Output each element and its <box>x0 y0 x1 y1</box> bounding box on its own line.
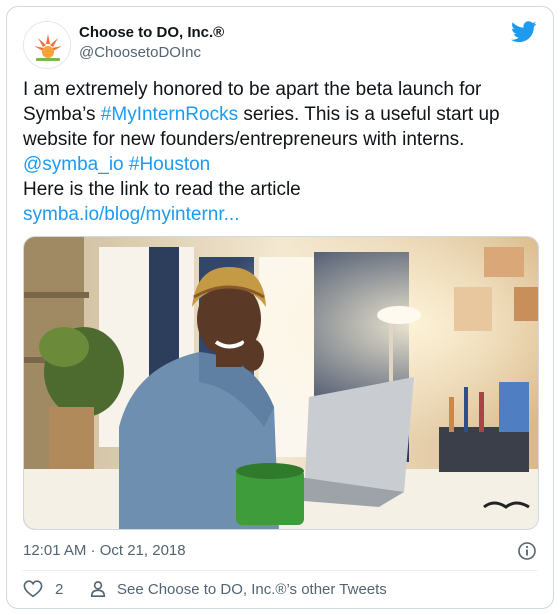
hashtag-myinternrocks[interactable]: #MyInternRocks <box>101 104 238 125</box>
see-other-tweets-link[interactable]: See Choose to DO, Inc.®’s other Tweets <box>89 580 387 598</box>
tweet-actions: 2 See Choose to DO, Inc.®’s other Tweets <box>23 578 537 604</box>
tweet-text-segment: series. This is a useful start up <box>238 104 500 125</box>
author-display-name[interactable]: Choose to DO, Inc.® <box>79 23 224 43</box>
author-names: Choose to DO, Inc.® @ChoosetoDOInc <box>79 23 224 63</box>
author-avatar[interactable] <box>23 21 71 69</box>
tweet-text-line: @symba_io #Houston <box>23 152 539 177</box>
see-other-tweets-label: See Choose to DO, Inc.®’s other Tweets <box>117 580 387 598</box>
tweet-text-line: website for new founders/entrepreneurs w… <box>23 129 465 150</box>
person-icon <box>90 581 106 598</box>
like-count: 2 <box>55 580 64 598</box>
author-handle[interactable]: @ChoosetoDOInc <box>79 43 224 63</box>
tweet-card: Choose to DO, Inc.® @ChoosetoDOInc I am … <box>6 6 554 609</box>
photo-woman-at-desk <box>24 237 538 529</box>
tweet-timestamp[interactable]: 12:01 AM · Oct 21, 2018 <box>23 542 186 559</box>
tweet-meta: 12:01 AM · Oct 21, 2018 <box>23 540 537 562</box>
like-button[interactable]: 2 <box>23 580 63 598</box>
tweet-photo[interactable] <box>23 236 539 530</box>
choose-to-do-logo-icon <box>24 22 70 68</box>
tweet-text-line: Symba’s #MyInternRocks series. This is a… <box>23 102 539 127</box>
tweet-text-line: I am extremely honored to be apart the b… <box>23 79 482 100</box>
tweet-text: I am extremely honored to be apart the b… <box>23 77 539 227</box>
twitter-bird-icon[interactable] <box>511 21 537 43</box>
tweet-text-segment: Symba’s <box>23 104 101 125</box>
tweet-header: Choose to DO, Inc.® @ChoosetoDOInc <box>23 19 537 69</box>
hashtag-houston[interactable]: #Houston <box>129 154 210 175</box>
tweet-text-line: Here is the link to read the article <box>23 179 301 200</box>
article-link[interactable]: symba.io/blog/myinternr... <box>23 204 239 225</box>
info-icon[interactable] <box>517 541 537 561</box>
mention-symba-io[interactable]: @symba_io <box>23 154 124 175</box>
heart-icon <box>23 580 43 598</box>
divider <box>23 570 537 571</box>
